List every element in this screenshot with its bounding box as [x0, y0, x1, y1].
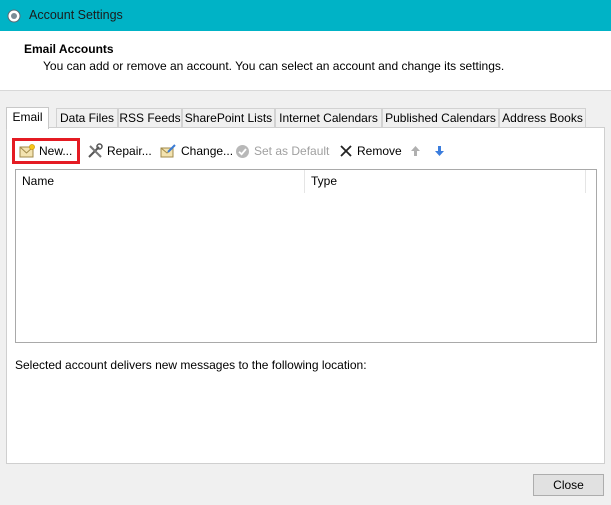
- change-account-icon: [160, 144, 176, 158]
- set-as-default-button[interactable]: Set as Default: [235, 138, 329, 164]
- set-as-default-label: Set as Default: [254, 144, 330, 158]
- account-list[interactable]: Name Type: [15, 169, 597, 343]
- column-header-name[interactable]: Name: [22, 170, 304, 193]
- move-down-button[interactable]: [434, 138, 449, 164]
- column-separator[interactable]: [585, 170, 586, 193]
- remove-label: Remove: [357, 144, 402, 158]
- header-title: Email Accounts: [24, 42, 114, 56]
- repair-tools-icon: [88, 143, 103, 158]
- change-label: Change...: [181, 144, 234, 158]
- arrow-up-icon: [411, 146, 420, 156]
- outlook-app-icon: [7, 9, 21, 23]
- tab-internet-calendars[interactable]: Internet Calendars: [275, 108, 382, 128]
- change-button[interactable]: Change...: [160, 138, 233, 164]
- new-account-label: New...: [39, 144, 73, 158]
- remove-button[interactable]: Remove: [339, 138, 402, 164]
- email-tab-panel: New... Repair... Change... Set as Defaul…: [6, 127, 605, 464]
- remove-x-icon: [340, 145, 352, 157]
- move-up-button[interactable]: [410, 138, 425, 164]
- close-button[interactable]: Close: [533, 474, 604, 496]
- repair-label: Repair...: [107, 144, 152, 158]
- tab-data-files[interactable]: Data Files: [56, 108, 118, 128]
- checkmark-circle-icon: [236, 144, 249, 158]
- new-mail-icon: [19, 144, 35, 158]
- column-separator[interactable]: [304, 170, 305, 193]
- tab-published-calendars[interactable]: Published Calendars: [382, 108, 499, 128]
- tab-address-books[interactable]: Address Books: [499, 108, 586, 128]
- title-bar[interactable]: Account Settings: [0, 0, 611, 31]
- tab-email[interactable]: Email: [6, 107, 49, 129]
- dialog-header: Email Accounts You can add or remove an …: [0, 31, 611, 91]
- header-subtitle: You can add or remove an account. You ca…: [43, 59, 505, 73]
- tab-rss-feeds[interactable]: RSS Feeds: [118, 108, 182, 128]
- account-toolbar: New... Repair... Change... Set as Defaul…: [7, 138, 604, 164]
- delivery-location-label: Selected account delivers new messages t…: [15, 358, 367, 372]
- arrow-down-icon: [435, 146, 444, 156]
- repair-button[interactable]: Repair...: [87, 138, 152, 164]
- window-title: Account Settings: [29, 8, 123, 22]
- column-header-type[interactable]: Type: [311, 170, 581, 193]
- new-account-button[interactable]: New...: [12, 138, 80, 164]
- tab-sharepoint-lists[interactable]: SharePoint Lists: [182, 108, 275, 128]
